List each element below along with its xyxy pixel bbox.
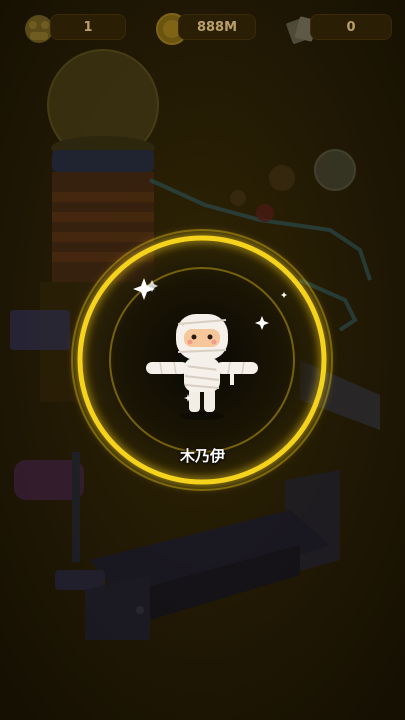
character-name: 木乃伊 [179, 447, 225, 465]
left-counter: 1 [50, 14, 126, 40]
left-counter-value: 1 [83, 19, 93, 35]
top-hud: 1 888M 0 [0, 10, 405, 50]
coin-counter-value: 888M [196, 19, 238, 35]
tickets-counter: 0 [310, 14, 392, 40]
coin-counter: 888M [178, 14, 256, 40]
tickets-counter-value: 0 [346, 19, 356, 35]
